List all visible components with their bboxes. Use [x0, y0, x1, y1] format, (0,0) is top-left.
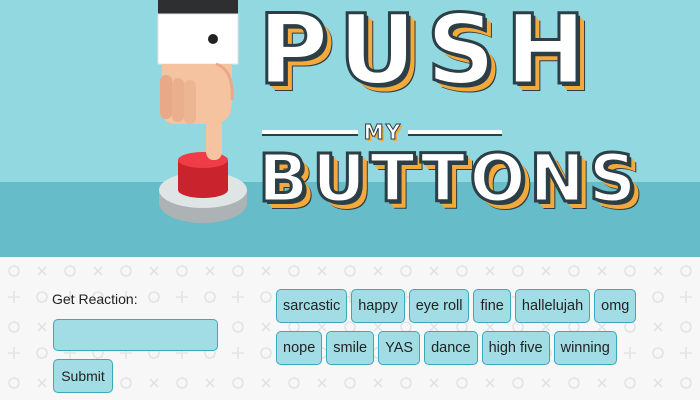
reaction-button-fine[interactable]: fine	[473, 289, 511, 323]
reaction-buttons-group: sarcastic happy eye roll fine hallelujah…	[276, 289, 676, 373]
reaction-button-hallelujah[interactable]: hallelujah	[514, 289, 591, 323]
reaction-button-omg[interactable]: omg	[594, 289, 637, 323]
reaction-button-sarcastic[interactable]: sarcastic	[276, 289, 348, 323]
hero-banner: PUSH MY BUTTONS	[0, 0, 700, 257]
logo-word-push: PUSH	[257, 0, 596, 108]
logo-divider-right	[408, 130, 502, 136]
push-my-buttons-logo: PUSH MY BUTTONS	[256, 0, 637, 230]
reaction-button-yas[interactable]: YAS	[378, 331, 421, 365]
reaction-button-happy[interactable]: happy	[351, 289, 405, 323]
reaction-row-2: nope smile YAS dance high five winning	[276, 331, 676, 365]
reaction-button-high-five[interactable]: high five	[481, 331, 550, 365]
logo-divider-left	[262, 130, 358, 136]
reaction-button-nope[interactable]: nope	[276, 331, 323, 365]
logo-word-buttons: BUTTONS	[256, 139, 641, 219]
reaction-row-1: sarcastic happy eye roll fine hallelujah…	[276, 289, 676, 323]
submit-button[interactable]: Submit	[53, 359, 113, 393]
reaction-button-dance[interactable]: dance	[424, 331, 478, 365]
red-push-button-icon	[159, 152, 247, 223]
get-reaction-label: Get Reaction:	[52, 291, 138, 307]
reaction-button-winning[interactable]: winning	[553, 331, 617, 365]
reaction-input[interactable]	[53, 319, 218, 351]
reaction-button-smile[interactable]: smile	[326, 331, 375, 365]
suit-sleeve-icon	[157, 0, 239, 65]
reaction-button-eye-roll[interactable]: eye roll	[408, 289, 470, 323]
hand-icon	[160, 62, 234, 160]
